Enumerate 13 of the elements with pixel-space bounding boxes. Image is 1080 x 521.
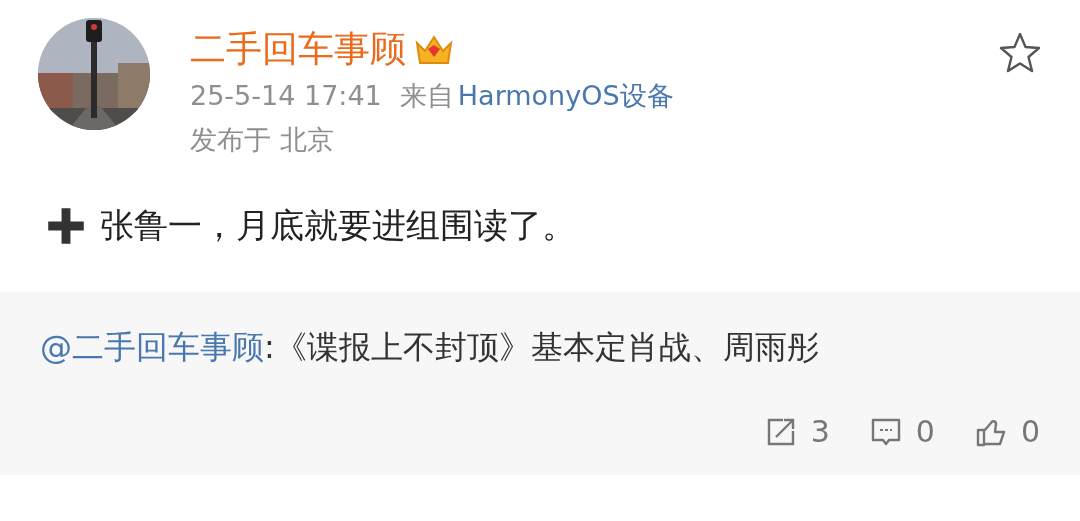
repost-author-link[interactable]: @二手回车事顾 <box>40 328 264 366</box>
post-location: 发布于 北京 <box>190 123 335 157</box>
repost-text: :《谍报上不封顶》基本定肖战、周雨彤 <box>264 328 819 366</box>
source-link[interactable]: HarmonyOS设备 <box>457 80 674 111</box>
star-icon[interactable] <box>998 32 1042 74</box>
source-label: 来自 <box>399 80 454 111</box>
share-button[interactable]: 3 <box>764 414 830 449</box>
like-button[interactable]: 0 <box>974 414 1040 449</box>
comment-button[interactable]: 0 <box>869 414 935 449</box>
post-text: 张鲁一，月底就要进组围读了。 <box>100 204 576 247</box>
plus-icon <box>46 206 86 246</box>
author-name[interactable]: 二手回车事顾 <box>190 26 406 72</box>
post-time: 25-5-14 17:41 <box>190 80 382 111</box>
